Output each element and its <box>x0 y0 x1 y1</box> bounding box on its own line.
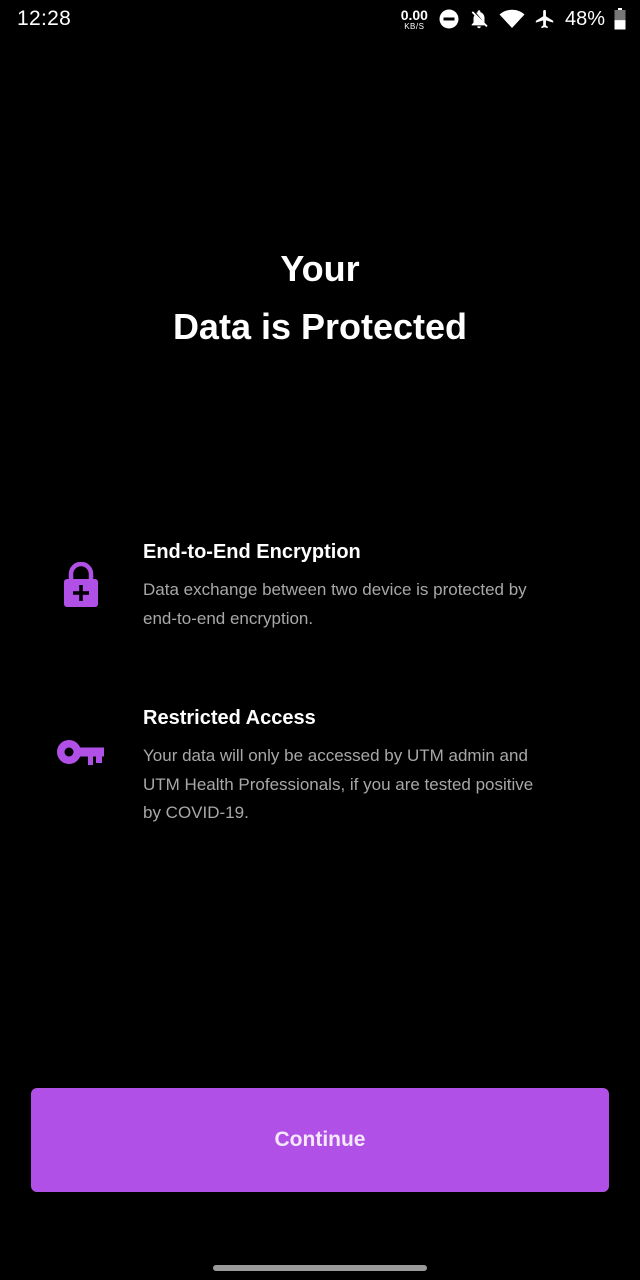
continue-button[interactable]: Continue <box>31 1088 609 1192</box>
network-speed: 0.00 KB/S <box>401 8 428 31</box>
do-not-disturb-icon <box>439 9 459 29</box>
feature-restricted-access-description: Your data will only be accessed by UTM a… <box>143 746 534 822</box>
feature-encryption-title: End-to-End Encryption <box>143 541 361 563</box>
page-title-line-1: Your <box>280 248 360 289</box>
status-icons: 0.00 KB/S 48% <box>401 4 626 34</box>
feature-restricted-access-title: Restricted Access <box>143 707 316 729</box>
page-title: Your Data is Protected <box>0 240 640 356</box>
network-speed-unit: KB/S <box>404 21 425 31</box>
battery-icon <box>614 8 626 30</box>
status-bar: 12:28 0.00 KB/S 48% <box>0 0 640 38</box>
status-time: 12:28 <box>17 7 72 30</box>
notifications-off-icon <box>471 10 488 29</box>
key-icon <box>57 740 104 765</box>
network-speed-value: 0.00 <box>400 6 428 23</box>
battery-percent: 48% <box>564 7 605 30</box>
feature-encryption-description: Data exchange between two device is prot… <box>143 580 527 628</box>
airplane-icon <box>535 9 554 29</box>
page-title-line-2: Data is Protected <box>172 306 468 347</box>
wifi-icon <box>499 9 525 29</box>
onboarding-screen: 12:28 0.00 KB/S 48% Your Data is Protect… <box>0 0 640 1280</box>
home-indicator[interactable] <box>213 1265 427 1271</box>
lock-plus-icon <box>64 562 98 607</box>
